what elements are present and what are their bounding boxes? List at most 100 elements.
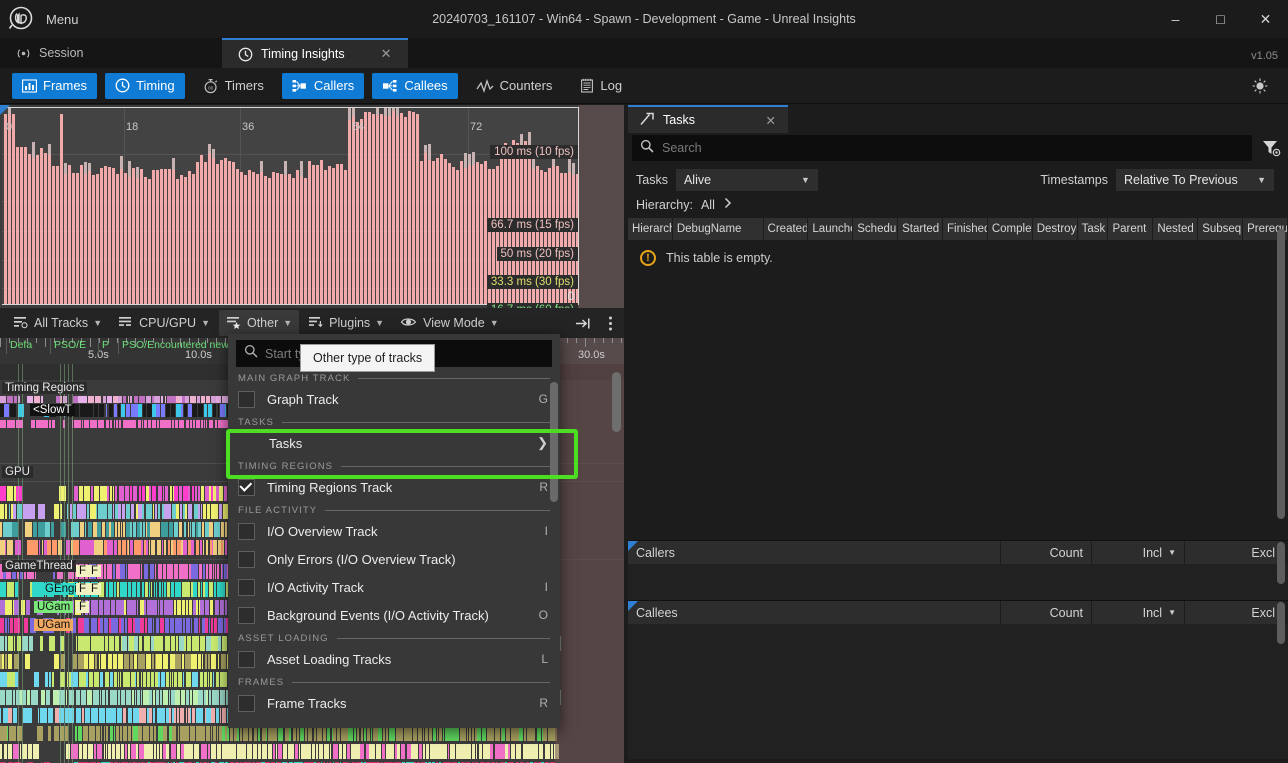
timeline-event[interactable] <box>197 396 200 403</box>
timeline-event[interactable] <box>199 672 203 687</box>
timeline-event[interactable] <box>154 396 160 403</box>
timeline-event[interactable] <box>133 522 137 537</box>
frame-bar[interactable] <box>296 169 300 305</box>
timeline-event[interactable] <box>7 636 13 651</box>
timeline-event[interactable] <box>136 690 141 705</box>
timeline-event[interactable] <box>0 396 6 403</box>
timeline-event[interactable] <box>137 420 141 428</box>
timeline-event[interactable] <box>149 690 153 705</box>
timeline-event[interactable] <box>222 582 226 597</box>
timeline-event[interactable] <box>160 672 165 687</box>
timeline-event[interactable] <box>113 540 117 555</box>
frame-bar[interactable] <box>332 167 336 305</box>
timeline-event[interactable] <box>113 396 118 403</box>
timeline-event[interactable] <box>140 690 143 705</box>
timeline-event[interactable] <box>152 708 156 723</box>
timeline-event[interactable] <box>292 726 297 741</box>
timeline-event[interactable] <box>54 708 59 723</box>
timeline-event[interactable] <box>169 504 172 519</box>
timeline-event[interactable] <box>200 600 205 615</box>
timeline-event[interactable] <box>125 672 128 687</box>
timeline-event[interactable] <box>153 690 156 705</box>
timeline-event[interactable] <box>122 708 127 723</box>
timeline-event[interactable] <box>39 636 44 651</box>
timeline-event[interactable] <box>218 636 221 651</box>
frame-bar[interactable] <box>328 166 332 305</box>
timeline-event[interactable] <box>93 522 97 537</box>
timeline-event[interactable] <box>477 726 481 741</box>
timeline-event[interactable] <box>471 744 476 759</box>
timeline-event[interactable] <box>193 600 196 615</box>
timeline-event[interactable] <box>192 708 195 723</box>
timeline-event[interactable] <box>221 564 224 579</box>
toolbar-callees-button[interactable]: Callees <box>372 72 458 99</box>
timeline-event[interactable] <box>221 396 228 403</box>
timeline-event[interactable] <box>188 582 190 597</box>
checkbox-icon[interactable] <box>238 390 255 408</box>
timeline-event[interactable] <box>156 708 162 723</box>
timeline-event[interactable] <box>34 396 40 403</box>
frame-bar[interactable] <box>336 164 340 305</box>
timeline-event[interactable] <box>149 744 154 759</box>
timeline-event[interactable] <box>392 726 395 741</box>
timeline-event[interactable] <box>203 404 207 417</box>
frame-bar[interactable] <box>280 173 284 305</box>
timeline-event[interactable] <box>13 396 18 403</box>
frame-bar[interactable] <box>304 177 308 305</box>
timeline-event[interactable] <box>26 708 32 723</box>
frame-bar[interactable] <box>180 174 184 305</box>
timeline-event[interactable] <box>151 582 153 597</box>
timeline-event[interactable] <box>0 708 2 723</box>
timeline-event[interactable] <box>149 486 151 501</box>
timeline-event[interactable] <box>82 726 88 741</box>
dropdown-item-timing-regions-track[interactable]: Timing Regions Track R <box>228 473 560 501</box>
frame-bar[interactable] <box>364 111 368 305</box>
frame-bar[interactable] <box>272 171 276 305</box>
timeline-event[interactable] <box>164 600 169 615</box>
timeline-event[interactable] <box>359 744 365 759</box>
timeline-event[interactable] <box>143 420 147 428</box>
timeline-event[interactable] <box>221 522 224 537</box>
timeline-event[interactable] <box>26 600 30 615</box>
timeline-event[interactable] <box>205 396 210 403</box>
timeline-event[interactable] <box>172 726 177 741</box>
timeline-event[interactable] <box>151 540 156 555</box>
filter-settings-icon[interactable] <box>1260 138 1282 163</box>
frame-bar[interactable] <box>136 167 140 305</box>
timeline-event[interactable] <box>122 564 125 579</box>
dropdown-items[interactable]: MAIN GRAPH TRACK Graph Track G TASKS Tasks ❯ T… <box>228 369 560 717</box>
timeline-event[interactable] <box>257 726 261 741</box>
frame-bar[interactable] <box>124 173 128 305</box>
timeline-event[interactable] <box>288 744 294 759</box>
timeline-event[interactable] <box>216 744 222 759</box>
timeline-event[interactable] <box>201 486 204 501</box>
kebab-menu-icon[interactable] <box>601 310 620 336</box>
timeline-event[interactable] <box>142 504 145 519</box>
timeline-event[interactable] <box>465 744 471 759</box>
timeline-event[interactable] <box>79 744 82 759</box>
timeline-event[interactable] <box>189 420 192 428</box>
timeline-event[interactable] <box>211 420 214 428</box>
timeline-event[interactable] <box>146 672 150 687</box>
timeline-event[interactable] <box>201 654 204 669</box>
frame-bar[interactable] <box>284 160 288 305</box>
frame-bar[interactable] <box>208 144 212 305</box>
timeline-event[interactable] <box>157 726 163 741</box>
timeline-event[interactable] <box>208 690 211 705</box>
timeline-event[interactable] <box>212 672 215 687</box>
timeline-event[interactable] <box>118 690 120 705</box>
timing-region-marker[interactable]: PSO/E <box>54 339 100 351</box>
frame-bar[interactable] <box>356 121 360 305</box>
dropdown-item-i-o-overview-track[interactable]: I/O Overview Track I <box>228 517 560 545</box>
frame-bar[interactable] <box>244 174 248 305</box>
timeline-event[interactable] <box>192 404 197 417</box>
timeline-event[interactable] <box>108 582 113 597</box>
timeline-event[interactable] <box>472 726 475 741</box>
timeline-event[interactable] <box>198 404 203 417</box>
timeline-event[interactable] <box>75 636 78 651</box>
timeline-event[interactable] <box>196 726 201 741</box>
frame-bar[interactable] <box>448 163 452 305</box>
timeline-event[interactable] <box>173 672 178 687</box>
timeline-event[interactable] <box>221 744 227 759</box>
timeline-event[interactable] <box>167 396 173 403</box>
